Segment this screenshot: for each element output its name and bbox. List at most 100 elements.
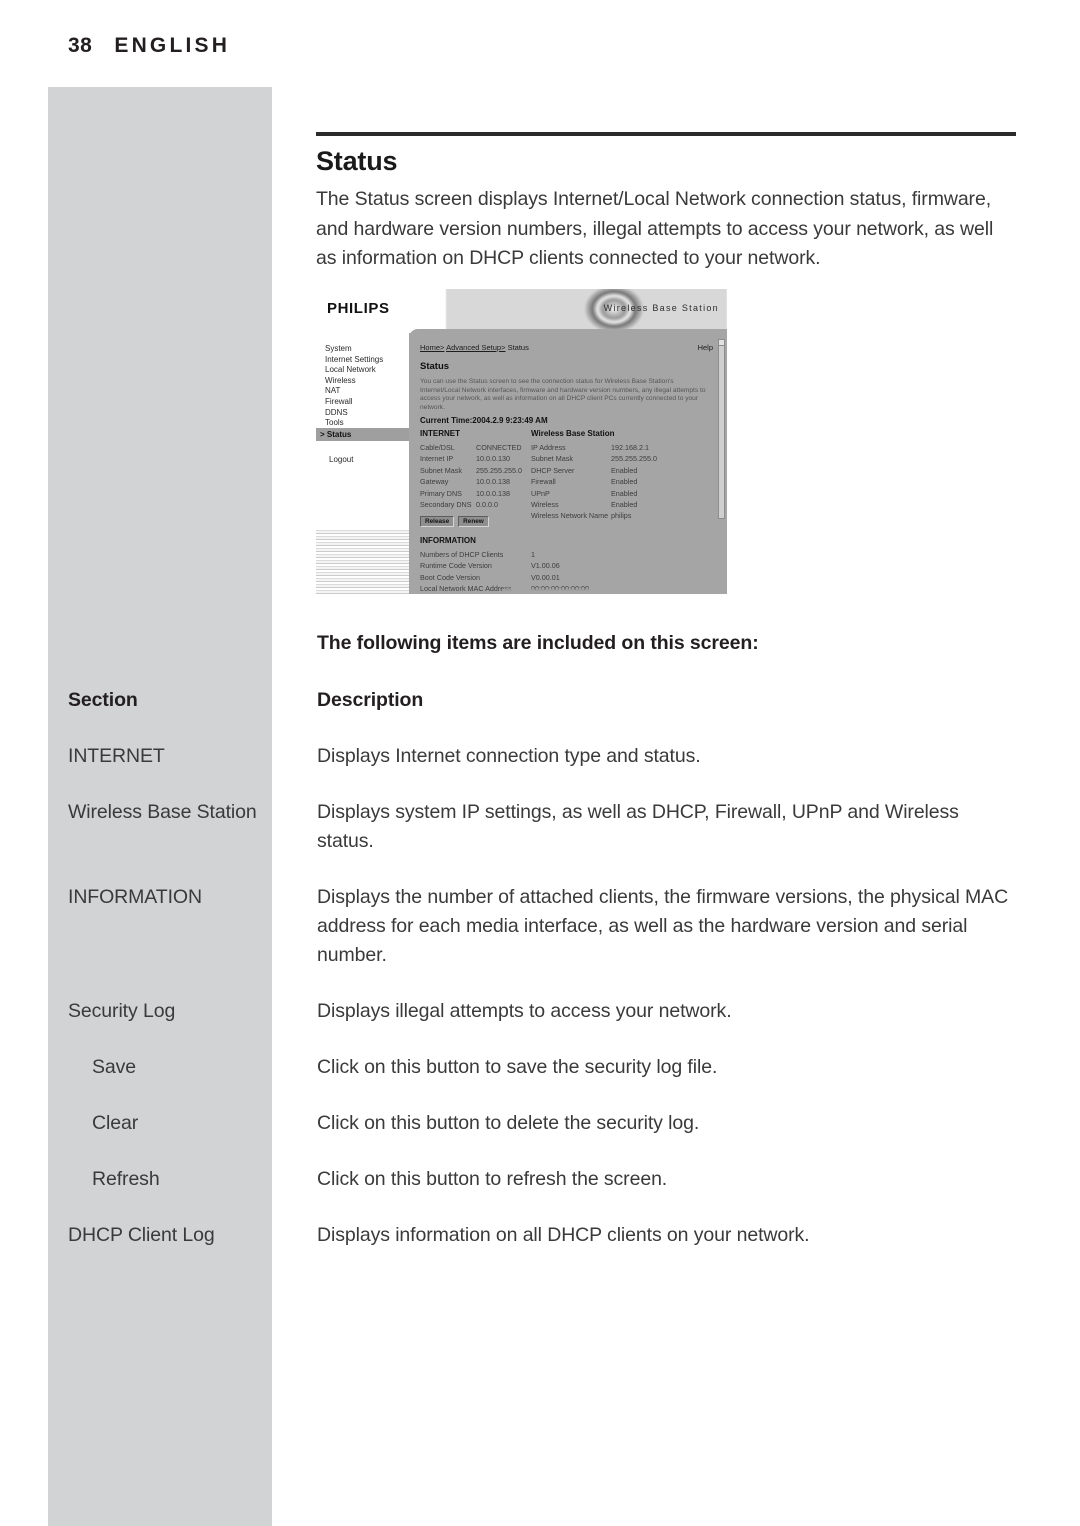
field-value: philips [611, 511, 632, 521]
field-label: DHCP Server [531, 465, 575, 475]
table-row: Primary DNS 10.0.0.138 [420, 488, 530, 499]
router-nav-item-status-active[interactable]: > Status [316, 428, 409, 441]
field-label: Numbers of DHCP Clients [420, 550, 504, 559]
field-value: 255.255.255.0 [611, 454, 657, 464]
internet-column-heading: INTERNET [420, 429, 460, 438]
field-label: Subnet Mask [531, 454, 573, 464]
router-nav-item-nat[interactable]: NAT [325, 386, 383, 397]
item-description: Displays system IP settings, as well as … [317, 801, 959, 852]
table-row: Numbers of DHCP Clients 1 [420, 549, 716, 560]
main-content: Status The Status screen displays Intern… [316, 132, 1016, 274]
field-value: 10.0.0.138 [476, 488, 510, 498]
router-nav-item-internet-settings[interactable]: Internet Settings [325, 355, 383, 366]
table-row: Security Log Displays illegal attempts t… [0, 997, 1080, 1026]
intro-paragraph: The Status screen displays Internet/Loca… [316, 188, 994, 269]
page-title: Status [316, 146, 398, 176]
item-description: Displays illegal attempts to access your… [317, 1000, 732, 1022]
table-row: Cable/DSL CONNECTED [420, 442, 530, 453]
table-row: Secondary DNS 0.0.0.0 [420, 499, 530, 510]
item-section-name: INFORMATION [68, 886, 202, 908]
banner-product-title: Wireless Base Station [603, 303, 719, 313]
field-value: Enabled [611, 477, 638, 487]
sidebar-scanline-artifact [316, 528, 409, 594]
item-section-name: INTERNET [68, 745, 165, 767]
table-row: Clear Click on this button to delete the… [0, 1109, 1080, 1138]
table-row: Wireless Enabled [531, 499, 716, 510]
table-row: DHCP Server Enabled [531, 465, 716, 476]
item-section-name: Wireless Base Station [68, 801, 257, 823]
field-label: Firewall [531, 477, 556, 487]
field-label: Gateway [420, 477, 449, 487]
table-row: Wireless Network Name philips [531, 510, 716, 521]
table-row: Gateway 10.0.0.138 [420, 476, 530, 487]
wbs-column-heading: Wireless Base Station [531, 429, 615, 438]
router-page-heading: Status [420, 361, 450, 372]
breadcrumb-home-link[interactable]: Home> [420, 343, 444, 352]
item-description: Displays the number of attached clients,… [317, 886, 1009, 966]
panel-scrollbar[interactable] [718, 339, 725, 519]
information-section-heading: INFORMATION [420, 536, 476, 545]
table-row: Save Click on this button to save the se… [0, 1053, 1080, 1082]
field-label: Secondary DNS [420, 500, 472, 510]
field-value: CONNECTED [476, 443, 522, 452]
router-ui-screenshot: PHILIPS Wireless Base Station System Int… [316, 289, 727, 594]
table-row: UPnP Enabled [531, 488, 716, 499]
table-row: Firewall Enabled [531, 476, 716, 487]
philips-logo: PHILIPS [327, 300, 390, 317]
item-description: Click on this button to delete the secur… [317, 1112, 700, 1134]
field-label: Wireless [531, 500, 559, 510]
field-label: Subnet Mask [420, 465, 462, 475]
item-description: Click on this button to save the securit… [317, 1056, 718, 1078]
item-section-name: DHCP Client Log [68, 1224, 215, 1246]
field-label: Boot Code Version [420, 572, 480, 582]
page-header: 38 ENGLISH [68, 34, 230, 58]
table-row: Wireless Base Station Displays system IP… [0, 798, 1080, 856]
router-logout-link[interactable]: Logout [329, 455, 353, 464]
field-label: IP Address [531, 443, 566, 452]
field-value: V0.00.01 [531, 572, 560, 582]
release-button[interactable]: Release [420, 516, 455, 527]
help-link[interactable]: Help [698, 343, 713, 352]
router-nav-item-wireless[interactable]: Wireless [325, 376, 383, 387]
field-label: Primary DNS [420, 488, 462, 498]
breadcrumb-advanced-setup-link[interactable]: Advanced Setup> [446, 343, 505, 352]
items-table: Section Description INTERNET Displays In… [0, 686, 1080, 1250]
renew-button[interactable]: Renew [458, 516, 489, 527]
following-items-heading: The following items are included on this… [317, 632, 759, 654]
field-label: Internet IP [420, 454, 454, 464]
field-label: UPnP [531, 488, 550, 498]
breadcrumb: Home> Advanced Setup> Status [420, 343, 529, 352]
page-language-label: ENGLISH [114, 34, 231, 57]
router-nav-item-local-network[interactable]: Local Network [325, 365, 383, 376]
field-value: Enabled [611, 500, 638, 510]
current-time-label: Current Time:2004.2.9 9:23:49 AM [420, 416, 548, 425]
table-row: DHCP Client Log Displays information on … [0, 1221, 1080, 1250]
item-description: Displays information on all DHCP clients… [317, 1224, 810, 1246]
table-row: Subnet Mask 255.255.255.0 [420, 465, 530, 476]
screenshot-bottom-crop [502, 587, 727, 594]
field-value: 1 [531, 550, 535, 559]
field-value: V1.00.06 [531, 561, 560, 571]
breadcrumb-current: Status [507, 343, 529, 352]
router-nav-item-system[interactable]: System [325, 344, 383, 355]
router-banner: PHILIPS Wireless Base Station [316, 289, 727, 333]
item-section-name: Security Log [68, 1000, 176, 1022]
table-header-row: Section Description [0, 686, 1080, 715]
item-description: Click on this button to refresh the scre… [317, 1168, 668, 1190]
table-row: Subnet Mask 255.255.255.0 [531, 453, 716, 464]
router-sidebar: System Internet Settings Local Network W… [316, 333, 409, 594]
table-row: INFORMATION Displays the number of attac… [0, 883, 1080, 970]
router-content-panel: Home> Advanced Setup> Status Help Status… [409, 329, 727, 594]
field-value: Enabled [611, 488, 638, 498]
field-value: 255.255.255.0 [476, 465, 522, 475]
field-value: 10.0.0.130 [476, 454, 510, 464]
table-row: IP Address 192.168.2.1 [531, 442, 716, 453]
wbs-status-table: IP Address 192.168.2.1 Subnet Mask 255.255… [531, 442, 716, 522]
field-value: Enabled [611, 465, 638, 475]
page-number: 38 [68, 34, 93, 57]
router-action-buttons: Release Renew [420, 516, 489, 527]
column-header-section: Section [68, 689, 138, 711]
router-nav-item-ddns[interactable]: DDNS [325, 408, 383, 419]
router-nav-item-firewall[interactable]: Firewall [325, 397, 383, 408]
field-value: 0.0.0.0 [476, 500, 498, 510]
